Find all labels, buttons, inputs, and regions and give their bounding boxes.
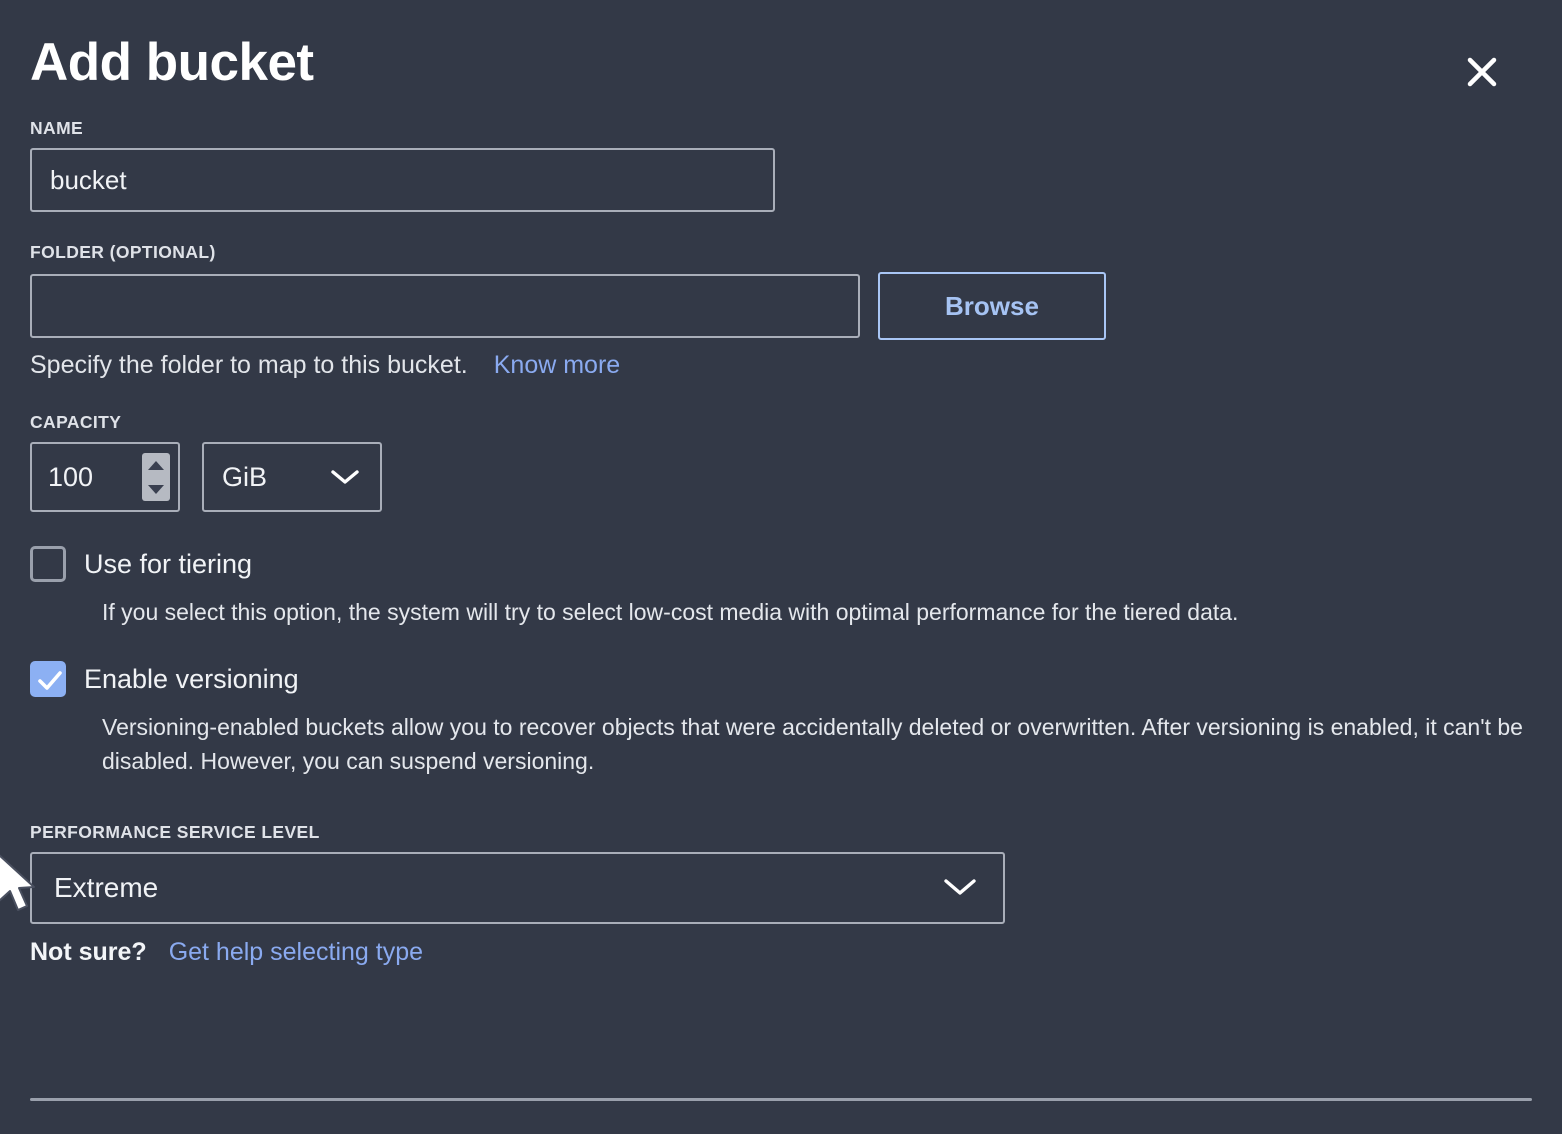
name-field-group: NAME	[30, 118, 1532, 212]
add-bucket-dialog: Add bucket NAME FOLDER (OPTIONAL) Browse…	[0, 0, 1562, 1134]
folder-field-group: FOLDER (OPTIONAL) Browse Specify the fol…	[30, 242, 1532, 380]
know-more-link[interactable]: Know more	[494, 351, 620, 380]
folder-helper-text: Specify the folder to map to this bucket…	[30, 351, 468, 380]
folder-label: FOLDER (OPTIONAL)	[30, 242, 1532, 263]
use-for-tiering-description: If you select this option, the system wi…	[102, 596, 1532, 629]
dialog-header: Add bucket	[30, 0, 1532, 118]
page-title: Add bucket	[30, 36, 314, 89]
caret-up-icon[interactable]	[148, 461, 164, 470]
footer-divider	[30, 1098, 1532, 1101]
performance-service-level-label: PERFORMANCE SERVICE LEVEL	[30, 822, 1532, 843]
capacity-stepper[interactable]: 100	[30, 442, 180, 512]
capacity-label: CAPACITY	[30, 412, 1532, 433]
use-for-tiering-checkbox-row[interactable]: Use for tiering	[30, 546, 1532, 582]
performance-help-prefix: Not sure?	[30, 938, 147, 967]
browse-button[interactable]: Browse	[878, 272, 1106, 340]
enable-versioning-label: Enable versioning	[84, 664, 299, 695]
enable-versioning-checkbox[interactable]	[30, 661, 66, 697]
name-label: NAME	[30, 118, 1532, 139]
enable-versioning-checkbox-row[interactable]: Enable versioning	[30, 661, 1532, 697]
capacity-field-group: CAPACITY 100 GiB	[30, 412, 1532, 512]
capacity-unit-value: GiB	[222, 462, 267, 493]
enable-versioning-description: Versioning-enabled buckets allow you to …	[102, 711, 1532, 778]
capacity-unit-select[interactable]: GiB	[202, 442, 382, 512]
folder-helper-row: Specify the folder to map to this bucket…	[30, 351, 1532, 380]
close-icon[interactable]	[1458, 48, 1506, 96]
use-for-tiering-label: Use for tiering	[84, 549, 252, 580]
folder-input[interactable]	[30, 274, 860, 338]
performance-service-level-value: Extreme	[54, 872, 158, 904]
get-help-selecting-type-link[interactable]: Get help selecting type	[169, 938, 423, 967]
chevron-down-icon	[943, 872, 977, 904]
capacity-value[interactable]: 100	[32, 462, 142, 493]
tiering-option-group: Use for tiering If you select this optio…	[30, 546, 1532, 629]
name-input[interactable]	[30, 148, 775, 212]
caret-down-icon[interactable]	[148, 485, 164, 494]
performance-service-level-select[interactable]: Extreme	[30, 852, 1005, 924]
folder-input-row: Browse	[30, 272, 1532, 340]
capacity-spinner-buttons[interactable]	[142, 453, 170, 501]
use-for-tiering-checkbox[interactable]	[30, 546, 66, 582]
performance-help-row: Not sure? Get help selecting type	[30, 938, 1532, 967]
versioning-option-group: Enable versioning Versioning-enabled buc…	[30, 661, 1532, 778]
chevron-down-icon	[330, 462, 360, 493]
performance-service-level-group: PERFORMANCE SERVICE LEVEL Extreme Not su…	[30, 822, 1532, 967]
capacity-row: 100 GiB	[30, 442, 1532, 512]
